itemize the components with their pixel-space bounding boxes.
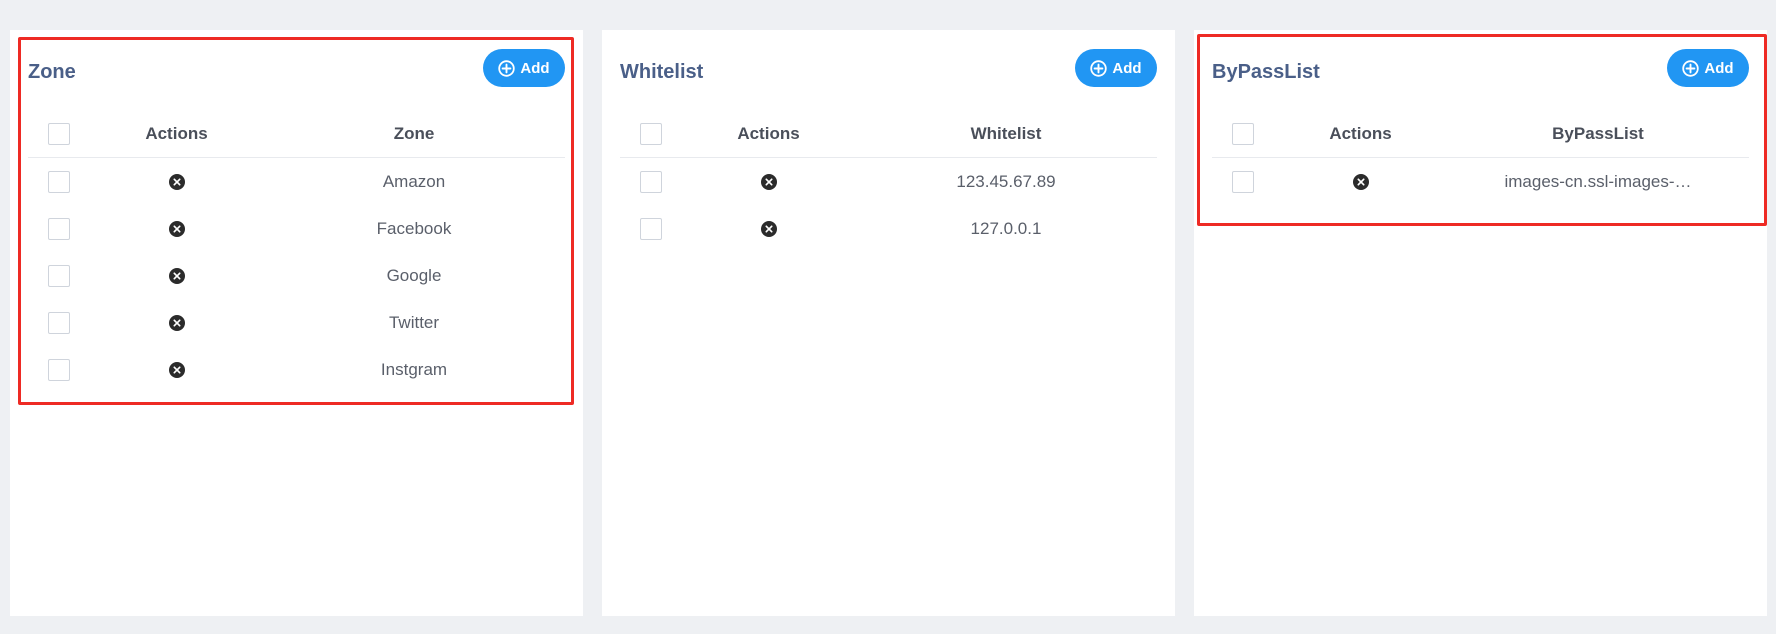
zone-table: Actions Zone Amazon Facebook Google Twit… — [28, 110, 565, 393]
table-row: Amazon — [28, 158, 565, 205]
zone-panel: Zone Add Actions Zone Amazon Facebook Go… — [10, 30, 583, 616]
bypasslist-panel-header: ByPassList Add — [1194, 30, 1767, 110]
whitelist-column-header: Whitelist — [970, 123, 1042, 143]
table-row: Instgram — [28, 346, 565, 393]
whitelist-add-button[interactable]: Add — [1075, 49, 1157, 87]
close-circle-icon[interactable] — [760, 220, 778, 238]
table-row: Google — [28, 252, 565, 299]
plus-circle-icon — [498, 59, 516, 77]
row-checkbox[interactable] — [640, 217, 662, 240]
zone-cell: Amazon — [382, 171, 446, 191]
close-circle-icon[interactable] — [168, 361, 186, 379]
whitelist-table: Actions Whitelist 123.45.67.89 127.0.0.1 — [620, 110, 1157, 252]
table-row: Twitter — [28, 299, 565, 346]
whitelist-panel-title: Whitelist — [620, 61, 704, 83]
zone-cell: Facebook — [376, 218, 452, 238]
whitelist-panel: Whitelist Add Actions Whitelist 123.45.6… — [602, 30, 1175, 616]
add-button-label: Add — [1704, 59, 1734, 77]
bypasslist-panel: ByPassList Add Actions ByPassList images… — [1194, 30, 1767, 616]
table-row: 123.45.67.89 — [620, 158, 1157, 205]
close-circle-icon[interactable] — [168, 173, 186, 191]
add-button-label: Add — [1112, 59, 1142, 77]
row-checkbox[interactable] — [48, 170, 70, 193]
close-circle-icon[interactable] — [168, 314, 186, 332]
plus-circle-icon — [1682, 59, 1700, 77]
table-row: Facebook — [28, 205, 565, 252]
whitelist-panel-header: Whitelist Add — [602, 30, 1175, 110]
select-all-checkbox[interactable] — [1232, 122, 1254, 145]
actions-column-header: Actions — [145, 123, 208, 143]
zone-column-header: Zone — [393, 123, 435, 143]
table-header-row: Actions Whitelist — [620, 110, 1157, 158]
close-circle-icon[interactable] — [1352, 173, 1370, 191]
bypasslist-column-header: ByPassList — [1552, 123, 1644, 143]
whitelist-cell: 123.45.67.89 — [956, 171, 1056, 191]
add-button-label: Add — [520, 59, 550, 77]
zone-cell: Twitter — [388, 312, 440, 332]
row-checkbox[interactable] — [48, 358, 70, 381]
close-circle-icon[interactable] — [168, 267, 186, 285]
zone-add-button[interactable]: Add — [483, 49, 565, 87]
select-all-checkbox[interactable] — [640, 122, 662, 145]
zone-cell: Instgram — [380, 359, 448, 379]
table-row: 127.0.0.1 — [620, 205, 1157, 252]
actions-column-header: Actions — [737, 123, 800, 143]
close-circle-icon[interactable] — [760, 173, 778, 191]
actions-column-header: Actions — [1329, 123, 1392, 143]
list-board: Zone Add Actions Zone Amazon Facebook Go… — [0, 0, 1776, 634]
table-row: images-cn.ssl-images-… — [1212, 158, 1749, 205]
table-header-row: Actions Zone — [28, 110, 565, 158]
bypasslist-panel-title: ByPassList — [1212, 61, 1320, 83]
close-circle-icon[interactable] — [168, 220, 186, 238]
row-checkbox[interactable] — [48, 264, 70, 287]
table-header-row: Actions ByPassList — [1212, 110, 1749, 158]
whitelist-cell: 127.0.0.1 — [970, 218, 1042, 238]
bypasslist-table: Actions ByPassList images-cn.ssl-images-… — [1212, 110, 1749, 205]
select-all-checkbox[interactable] — [48, 122, 70, 145]
plus-circle-icon — [1090, 59, 1108, 77]
row-checkbox[interactable] — [48, 311, 70, 334]
zone-cell: Google — [386, 265, 442, 285]
row-checkbox[interactable] — [1232, 170, 1254, 193]
row-checkbox[interactable] — [48, 217, 70, 240]
zone-panel-title: Zone — [28, 61, 76, 83]
zone-panel-header: Zone Add — [10, 30, 583, 110]
row-checkbox[interactable] — [640, 170, 662, 193]
bypasslist-add-button[interactable]: Add — [1667, 49, 1749, 87]
bypasslist-cell: images-cn.ssl-images-… — [1504, 171, 1692, 191]
